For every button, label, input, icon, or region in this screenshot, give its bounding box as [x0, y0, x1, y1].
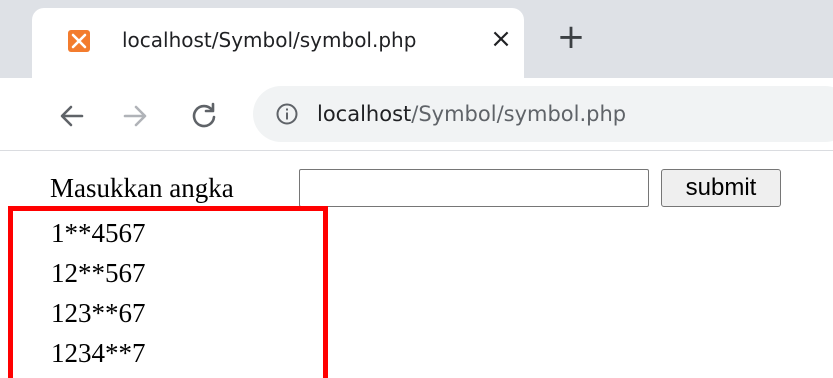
result-line-4: 1234**7 — [51, 338, 146, 368]
number-input[interactable] — [299, 169, 649, 207]
browser-toolbar: localhost/Symbol/symbol.php — [0, 78, 833, 151]
result-line-2: 12**567 — [51, 258, 146, 288]
back-arrow-icon[interactable] — [52, 96, 92, 136]
submit-button[interactable]: submit — [661, 169, 781, 207]
url-host: localhost — [317, 102, 412, 126]
result-line-1: 1**4567 — [51, 218, 146, 248]
reload-icon[interactable] — [184, 96, 224, 136]
forward-arrow-icon[interactable] — [115, 96, 155, 136]
tab-title: localhost/Symbol/symbol.php — [122, 28, 417, 52]
tab-strip: localhost/Symbol/symbol.php × + — [0, 0, 833, 78]
url-text: localhost/Symbol/symbol.php — [317, 102, 626, 126]
info-icon[interactable] — [275, 102, 299, 126]
result-list: 1**4567 12**567 123**67 1234**7 — [51, 213, 146, 373]
result-line-3: 123**67 — [51, 298, 146, 328]
close-tab-icon[interactable]: × — [486, 24, 516, 54]
new-tab-icon[interactable]: + — [556, 20, 586, 54]
number-label: Masukkan angka — [50, 173, 234, 203]
browser-tab[interactable]: localhost/Symbol/symbol.php × — [32, 8, 524, 78]
address-bar[interactable]: localhost/Symbol/symbol.php — [253, 86, 833, 142]
xampp-icon — [68, 30, 90, 52]
page-content: Masukkan angka submit 1**4567 12**567 12… — [0, 151, 833, 378]
url-path: /Symbol/symbol.php — [411, 102, 627, 126]
